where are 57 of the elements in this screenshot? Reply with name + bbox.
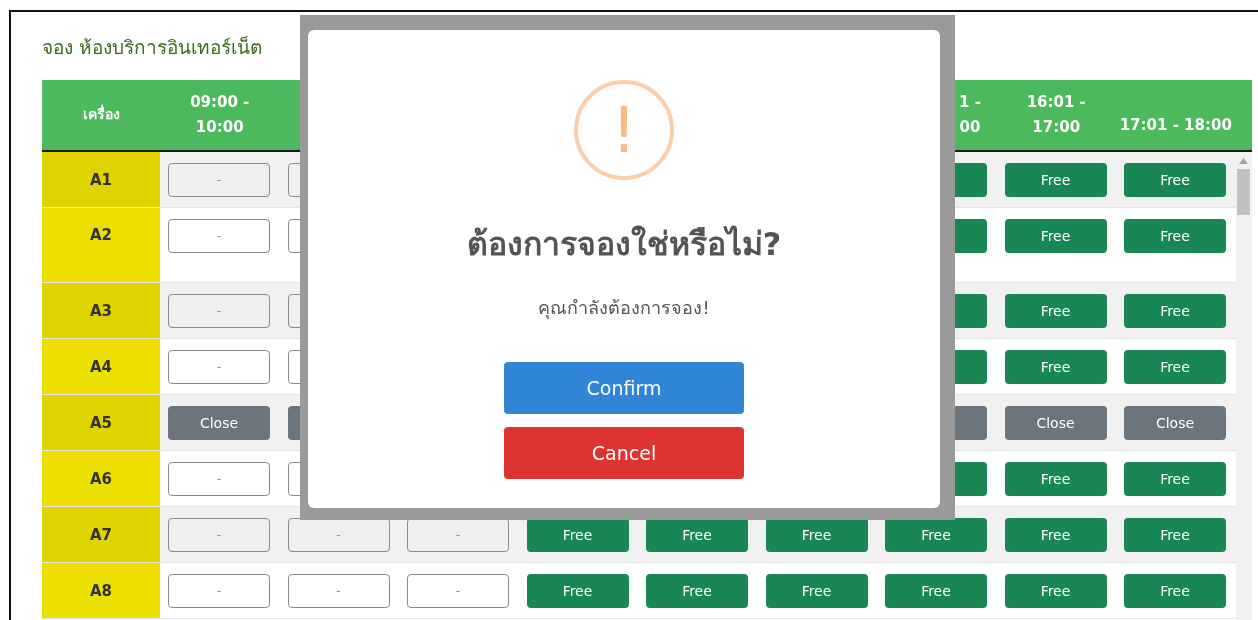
machine-cell: A3 [42,283,160,338]
free-button[interactable]: Free [1124,574,1226,608]
free-button[interactable]: Free [1124,294,1226,328]
free-button[interactable]: Free [1004,574,1107,608]
free-button[interactable]: Free [646,574,748,608]
free-button[interactable]: Free [1004,219,1107,253]
scroll-up-icon[interactable] [1239,158,1248,164]
empty-slot: - [168,350,270,384]
machine-cell: A7 [42,507,160,562]
free-button[interactable]: Free [1124,350,1226,384]
empty-slot: - [168,574,270,608]
dialog-message: คุณกำลังต้องการจอง! [538,296,710,321]
dialog-title: ต้องการจองใช่หรือไม่? [466,224,782,265]
scroll-thumb[interactable] [1237,169,1250,215]
closed-button[interactable]: Close [1004,406,1107,440]
empty-slot: - [168,294,270,328]
machine-cell: A1 [42,152,160,207]
closed-button[interactable]: Close [1124,406,1226,440]
empty-slot: - [168,163,270,197]
free-button[interactable]: Free [765,574,868,608]
cancel-button[interactable]: Cancel [504,427,744,479]
free-button[interactable]: Free [1124,163,1226,197]
free-button[interactable]: Free [1004,518,1107,552]
free-button[interactable]: Free [526,574,629,608]
empty-slot: - [407,574,509,608]
free-button[interactable]: Free [1124,462,1226,496]
warning-icon: ! [574,80,674,180]
empty-slot: - [168,518,270,552]
free-button[interactable]: Free [765,518,868,552]
confirm-button[interactable]: Confirm [504,362,744,414]
free-button[interactable]: Free [885,518,987,552]
free-button[interactable]: Free [1004,163,1107,197]
page-title: จอง ห้องบริการอินเทอร์เน็ต [42,35,264,60]
free-button[interactable]: Free [1004,350,1107,384]
column-header: 17:01 - 18:00 [1119,114,1232,136]
free-button[interactable]: Free [1124,219,1226,253]
column-header: 16:01 - 17:00 [1026,91,1086,138]
free-button[interactable]: Free [885,574,987,608]
empty-slot: - [287,574,390,608]
machine-cell: A4 [42,339,160,394]
empty-slot: - [407,518,509,552]
empty-slot: - [168,462,270,496]
closed-button[interactable]: Close [168,406,270,440]
column-header: เครื่อง [82,103,120,125]
free-button[interactable]: Free [1004,294,1107,328]
machine-cell: A8 [42,563,160,618]
free-button[interactable]: Free [646,518,748,552]
free-button[interactable]: Free [1124,518,1226,552]
free-button[interactable]: Free [1004,462,1107,496]
column-header: 1 - 00 [959,91,981,138]
empty-slot: - [168,219,270,253]
machine-cell: A5 [42,395,160,450]
free-button[interactable]: Free [526,518,629,552]
empty-slot: - [287,518,390,552]
machine-cell: A6 [42,451,160,506]
machine-cell: A2 [42,208,160,282]
column-header: 09:00 - 10:00 [190,91,250,138]
